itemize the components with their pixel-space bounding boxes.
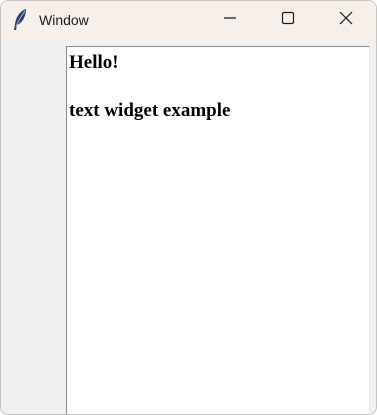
minimize-icon	[223, 11, 237, 30]
title-bar[interactable]: Window	[1, 1, 376, 39]
app-window: Window Hello! text widget example	[0, 0, 377, 415]
close-button[interactable]	[318, 1, 374, 39]
minimize-button[interactable]	[202, 1, 258, 39]
text-line-2	[69, 75, 369, 99]
maximize-icon	[281, 11, 295, 30]
text-line-3: text widget example	[69, 100, 231, 121]
close-icon	[339, 11, 353, 30]
window-title: Window	[39, 12, 89, 28]
maximize-button[interactable]	[260, 1, 316, 39]
feather-icon	[11, 8, 31, 32]
text-widget[interactable]: Hello! text widget example	[66, 46, 370, 414]
text-line-1: Hello!	[69, 52, 119, 73]
